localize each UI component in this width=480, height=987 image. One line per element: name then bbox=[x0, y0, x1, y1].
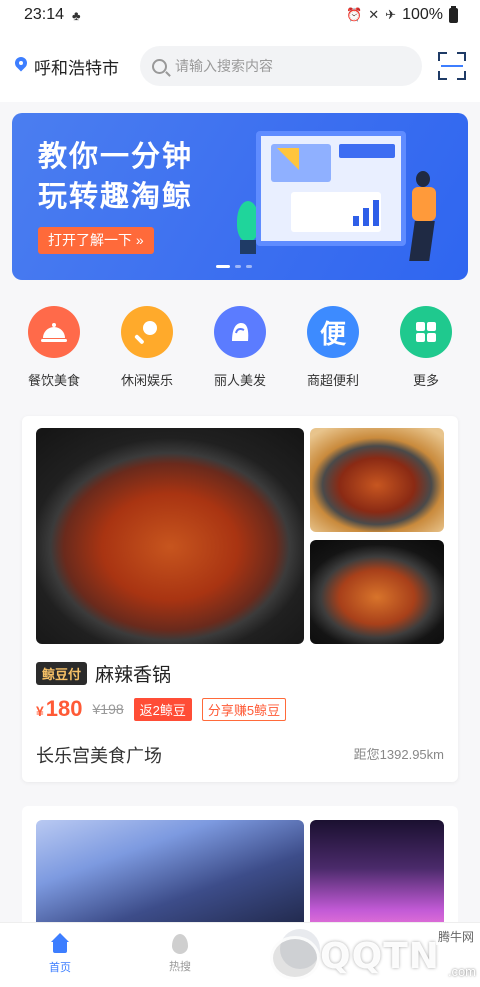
screen-panel bbox=[339, 144, 395, 158]
distance-label: 距您1392.95km bbox=[353, 747, 444, 762]
deal-card[interactable]: 鲸豆付 麻辣香锅 ¥180 ¥198 返2鲸豆 分享赚5鲸豆 长乐宫美食广场 距… bbox=[22, 416, 458, 782]
battery-level: 100% bbox=[402, 6, 443, 23]
category-more[interactable]: 更多 bbox=[386, 306, 466, 389]
status-right: ⏰ ✕ ✈ 100% bbox=[346, 5, 458, 24]
location-selector[interactable]: 呼和浩特市 bbox=[14, 54, 136, 79]
center-icon bbox=[280, 929, 320, 969]
location-pin-icon bbox=[14, 56, 28, 76]
rebate-tag: 返2鲸豆 bbox=[133, 697, 192, 721]
dish-photo-thumb bbox=[310, 428, 444, 532]
scan-icon-corner bbox=[457, 71, 466, 80]
tab-label: 热搜 bbox=[169, 961, 191, 973]
tab-center[interactable] bbox=[240, 923, 360, 987]
venue-photo-thumb bbox=[310, 820, 444, 926]
price-value: 180 bbox=[45, 696, 83, 721]
fire-icon bbox=[172, 934, 188, 954]
plant-pot-illustration bbox=[240, 240, 256, 254]
scan-button[interactable] bbox=[438, 52, 466, 80]
search-placeholder: 请输入搜索内容 bbox=[175, 58, 273, 74]
screen-bars bbox=[353, 200, 379, 226]
original-price: ¥198 bbox=[92, 701, 124, 717]
store-icon: 便 bbox=[307, 306, 359, 358]
home-icon bbox=[49, 933, 71, 955]
banner-pagination bbox=[216, 265, 252, 268]
price-symbol: ¥ bbox=[36, 703, 44, 719]
scan-icon-line bbox=[441, 65, 463, 67]
dish-main-photo bbox=[36, 428, 304, 644]
category-entertainment[interactable]: 休闲娱乐 bbox=[107, 306, 187, 389]
category-grid: 餐饮美食 休闲娱乐 丽人美发 便 商超便利 更多 bbox=[14, 306, 466, 389]
bottom-tab-bar: 首页 热搜 bbox=[0, 922, 480, 987]
ruler-illustration bbox=[277, 148, 299, 170]
mute-icon: ✕ bbox=[368, 7, 380, 22]
person-illustration bbox=[404, 171, 444, 267]
category-label: 丽人美发 bbox=[213, 373, 266, 388]
top-header: 呼和浩特市 请输入搜索内容 bbox=[0, 30, 480, 102]
tab-label: 首页 bbox=[49, 962, 71, 974]
category-label: 餐饮美食 bbox=[27, 373, 80, 388]
microphone-icon bbox=[121, 306, 173, 358]
battery-icon bbox=[449, 5, 458, 23]
banner-title-line2: 玩转趣淘鲸 bbox=[38, 181, 194, 213]
alarm-icon: ⏰ bbox=[346, 7, 363, 22]
scan-icon-corner bbox=[457, 52, 466, 61]
venue-main-photo bbox=[36, 820, 304, 926]
search-input[interactable]: 请输入搜索内容 bbox=[140, 46, 422, 86]
banner-dot bbox=[246, 265, 252, 268]
mine-icon bbox=[409, 933, 431, 955]
grid-icon bbox=[400, 306, 452, 358]
status-time: 23:14 bbox=[24, 6, 65, 23]
category-supermarket[interactable]: 便 商超便利 bbox=[293, 306, 373, 389]
category-label: 休闲娱乐 bbox=[120, 373, 173, 388]
deal-title: 麻辣香锅 bbox=[95, 665, 172, 686]
shop-name: 长乐宫美食广场 bbox=[36, 746, 162, 766]
deal-price: ¥180 bbox=[36, 696, 83, 722]
deal-price-row: ¥180 ¥198 返2鲸豆 分享赚5鲸豆 bbox=[36, 696, 287, 722]
category-food[interactable]: 餐饮美食 bbox=[14, 306, 94, 389]
banner-title-line1: 教你一分钟 bbox=[38, 141, 194, 173]
banner-title: 教你一分钟 玩转趣淘鲸 bbox=[38, 137, 193, 217]
banner-learn-more-button[interactable]: 打开了解一下 » bbox=[38, 227, 154, 254]
promo-banner[interactable]: 教你一分钟 玩转趣淘鲸 打开了解一下 » bbox=[12, 113, 468, 280]
tab-home[interactable]: 首页 bbox=[0, 923, 120, 987]
scan-icon-corner bbox=[438, 71, 447, 80]
deal-title-row: 鲸豆付 麻辣香锅 bbox=[36, 660, 171, 687]
share-earn-tag: 分享赚5鲸豆 bbox=[201, 697, 287, 721]
banner-dot-active bbox=[216, 265, 230, 268]
hair-icon bbox=[214, 306, 266, 358]
city-name: 呼和浩特市 bbox=[34, 58, 119, 78]
category-label: 商超便利 bbox=[306, 373, 359, 388]
cloche-icon bbox=[28, 306, 80, 358]
airplane-icon: ✈ bbox=[385, 7, 397, 22]
scan-icon bbox=[438, 52, 447, 61]
whale-bean-pay-badge: 鲸豆付 bbox=[36, 662, 88, 685]
category-label: 更多 bbox=[412, 373, 439, 388]
notification-icon: ♣ bbox=[72, 7, 81, 23]
status-bar: 23:14 ♣ ⏰ ✕ ✈ 100% bbox=[0, 0, 480, 30]
tab-hot-search[interactable]: 热搜 bbox=[120, 923, 240, 987]
status-left: 23:14 ♣ bbox=[24, 6, 81, 24]
deal-card[interactable] bbox=[22, 806, 458, 926]
search-icon bbox=[152, 58, 167, 74]
dish-photo-thumb bbox=[310, 540, 444, 644]
tab-mine[interactable] bbox=[360, 923, 480, 987]
banner-dot bbox=[235, 265, 241, 268]
category-beauty[interactable]: 丽人美发 bbox=[200, 306, 280, 389]
